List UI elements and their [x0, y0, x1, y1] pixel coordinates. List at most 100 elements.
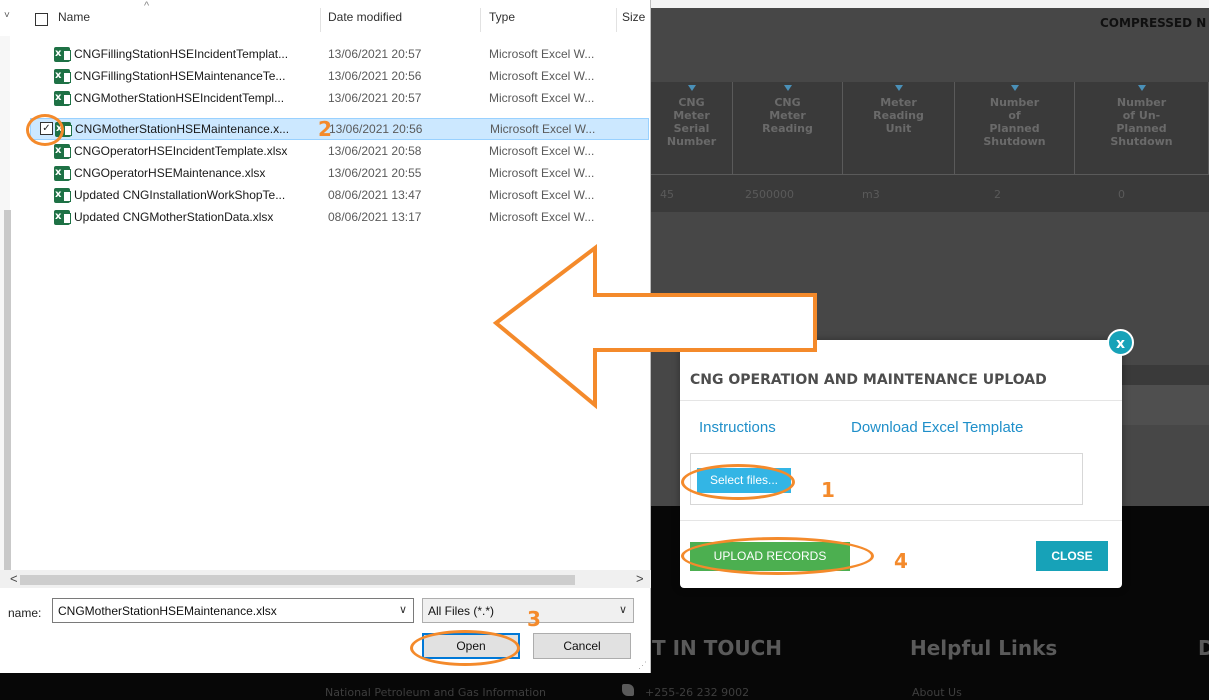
file-type: Microsoft Excel W...: [490, 122, 596, 136]
phone-icon: [622, 684, 634, 696]
file-date: 13/06/2021 20:55: [328, 166, 422, 180]
filter-icon: [894, 85, 903, 91]
scroll-left-icon[interactable]: <: [10, 571, 18, 586]
table-header[interactable]: Number of Planned Shutdown: [955, 82, 1075, 174]
filter-icon: [1010, 85, 1019, 91]
column-divider[interactable]: [616, 8, 617, 32]
file-row[interactable]: x CNGOperatorHSEIncidentTemplate.xlsx 13…: [30, 141, 645, 163]
table-cell: 0: [1118, 188, 1125, 201]
file-name: Updated CNGInstallationWorkShopTe...: [74, 188, 286, 202]
file-row-selected[interactable]: ✓ x CNGMotherStationHSEMaintenance.x... …: [30, 118, 649, 140]
column-header-size[interactable]: Size: [622, 10, 645, 24]
file-type: Microsoft Excel W...: [489, 188, 595, 202]
annotation-circle-upload: [681, 537, 874, 575]
file-date: 08/06/2021 13:47: [328, 188, 422, 202]
select-all-checkbox[interactable]: [35, 13, 48, 26]
pointing-arrow-annotation: [492, 243, 817, 410]
file-type: Microsoft Excel W...: [489, 69, 595, 83]
column-header-date[interactable]: Date modified: [328, 10, 402, 24]
modal-close-icon[interactable]: x: [1107, 329, 1134, 356]
screenshot-root: COMPRESSED N CNG Meter Serial Number CNG…: [0, 0, 1209, 700]
file-name: CNGOperatorHSEMaintenance.xlsx: [74, 166, 266, 180]
file-date: 08/06/2021 13:17: [328, 210, 422, 224]
excel-file-icon: x: [54, 91, 71, 106]
file-name: Updated CNGMotherStationData.xlsx: [74, 210, 274, 224]
sort-ascending-icon: ^: [144, 0, 150, 12]
filter-icon: [687, 85, 696, 91]
excel-file-icon: x: [54, 210, 71, 225]
footer-heading-contact: T IN TOUCH: [652, 636, 783, 660]
table-header-label: CNG Meter Reading: [762, 96, 813, 135]
chevron-down-icon[interactable]: ∨: [619, 603, 627, 616]
column-header-name[interactable]: Name: [58, 10, 90, 24]
file-row[interactable]: x CNGMotherStationHSEIncidentTempl... 13…: [30, 88, 645, 110]
file-row[interactable]: x CNGFillingStationHSEMaintenanceTe... 1…: [30, 66, 645, 88]
footer-heading-links: Helpful Links: [910, 636, 1058, 660]
table-cell: 2: [994, 188, 1001, 201]
scrollbar-thumb[interactable]: [20, 575, 575, 585]
table-cell: 2500000: [745, 188, 794, 201]
collapse-chevron-icon[interactable]: ˅: [4, 10, 10, 21]
excel-file-icon: x: [54, 69, 71, 84]
file-name: CNGMotherStationHSEMaintenance.x...: [75, 122, 290, 136]
file-row[interactable]: x Updated CNGInstallationWorkShopTe... 0…: [30, 185, 645, 207]
navigation-scrollbar[interactable]: [4, 210, 11, 570]
column-header-type[interactable]: Type: [489, 10, 515, 24]
file-type: Microsoft Excel W...: [489, 91, 595, 105]
file-type: Microsoft Excel W...: [489, 144, 595, 158]
table-header[interactable]: CNG Meter Reading: [733, 82, 843, 174]
table-header-label: Meter Reading Unit: [873, 96, 924, 135]
file-row[interactable]: x Updated CNGMotherStationData.xlsx 08/0…: [30, 207, 645, 229]
excel-file-icon: x: [54, 188, 71, 203]
file-row[interactable]: x CNGOperatorHSEMaintenance.xlsx 13/06/2…: [30, 163, 645, 185]
filter-icon: [783, 85, 792, 91]
close-button[interactable]: CLOSE: [1036, 541, 1108, 571]
table-header[interactable]: Meter Reading Unit: [843, 82, 955, 174]
table-cell: 45: [660, 188, 674, 201]
modal-divider: [680, 520, 1122, 521]
file-name: CNGFillingStationHSEIncidentTemplat...: [74, 47, 289, 61]
file-name: CNGMotherStationHSEIncidentTempl...: [74, 91, 285, 105]
annotation-circle-open: [410, 630, 520, 666]
file-type: Microsoft Excel W...: [489, 47, 595, 61]
table-row-divider: [651, 174, 1209, 175]
annotation-circle-select-files: [681, 464, 795, 500]
download-template-link[interactable]: Download Excel Template: [851, 419, 1023, 436]
filename-value: CNGMotherStationHSEMaintenance.xlsx: [58, 604, 277, 618]
chevron-down-icon[interactable]: ∨: [399, 603, 407, 616]
filename-label: name:: [8, 606, 42, 620]
footer-about-link[interactable]: About Us: [912, 686, 962, 699]
table-header[interactable]: Number of Un- Planned Shutdown: [1075, 82, 1209, 174]
footer-phone[interactable]: +255-26 232 9002: [645, 686, 749, 699]
page-header-title: COMPRESSED N: [1100, 16, 1207, 30]
excel-file-icon: x: [54, 144, 71, 159]
file-date: 13/06/2021 20:57: [328, 47, 422, 61]
annotation-step-number: 2: [318, 117, 332, 141]
file-date: 13/06/2021 20:57: [328, 91, 422, 105]
scroll-right-icon[interactable]: >: [636, 571, 644, 586]
filter-icon: [1137, 85, 1146, 91]
instructions-link[interactable]: Instructions: [699, 419, 776, 436]
page-section-band: [1120, 385, 1209, 425]
column-divider[interactable]: [320, 8, 321, 32]
file-type: Microsoft Excel W...: [489, 210, 595, 224]
file-type: Microsoft Excel W...: [489, 166, 595, 180]
cancel-button[interactable]: Cancel: [533, 633, 631, 659]
column-divider[interactable]: [480, 8, 481, 32]
table-header[interactable]: CNG Meter Serial Number: [651, 82, 733, 174]
excel-file-icon: x: [54, 47, 71, 62]
file-row[interactable]: x CNGFillingStationHSEIncidentTemplat...…: [30, 44, 645, 66]
page-section-band: [1120, 365, 1209, 385]
annotation-step-number: 4: [894, 549, 908, 573]
file-date: 13/06/2021 20:58: [328, 144, 422, 158]
filename-input[interactable]: CNGMotherStationHSEMaintenance.xlsx ∨: [52, 598, 414, 623]
annotation-step-number: 3: [527, 607, 541, 631]
table-header-label: Number of Un- Planned Shutdown: [1110, 96, 1173, 148]
file-date: 13/06/2021 20:56: [329, 122, 423, 136]
footer-heading-other: D: [1198, 636, 1209, 660]
resize-grip-icon[interactable]: ⋰: [638, 660, 647, 671]
filetype-value: All Files (*.*): [428, 604, 495, 618]
annotation-step-number: 1: [821, 478, 835, 502]
table-header-label: Number of Planned Shutdown: [983, 96, 1046, 148]
footer-org-text: National Petroleum and Gas Information: [325, 686, 547, 699]
